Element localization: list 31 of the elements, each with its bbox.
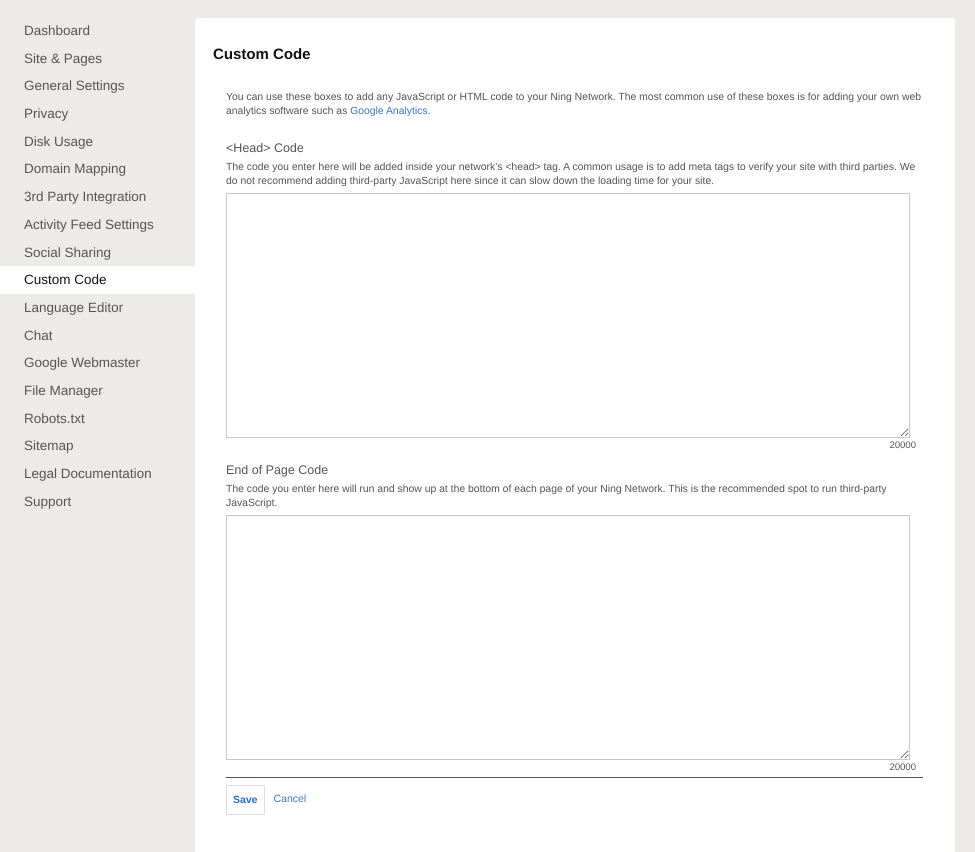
code-textarea[interactable] xyxy=(226,515,910,760)
page-title: Custom Code xyxy=(213,46,312,63)
sidebar-item[interactable]: Privacy xyxy=(0,100,195,128)
section-description: The code you enter here will run and show up at the bottom of each page of your Ning Network. This is the recommended spot to run third-party JavaScript. xyxy=(226,483,888,511)
section-heading: End of Page Code xyxy=(226,463,330,477)
code-textarea[interactable] xyxy=(226,193,910,438)
sidebar-item[interactable]: Activity Feed Settings xyxy=(0,210,195,238)
sidebar-item[interactable]: Robots.txt xyxy=(0,404,195,432)
character-counter: 20000 xyxy=(890,440,916,451)
sidebar-item[interactable]: Sitemap xyxy=(0,432,195,460)
sidebar-item[interactable]: Google Webmaster xyxy=(0,349,195,377)
save-button[interactable]: Save xyxy=(226,785,265,815)
sidebar-item[interactable]: Social Sharing xyxy=(0,238,195,266)
sidebar-item[interactable]: Chat xyxy=(0,322,195,350)
sidebar-item[interactable]: Language Editor xyxy=(0,294,195,322)
sidebar-item[interactable]: Domain Mapping xyxy=(0,155,195,184)
sidebar-item[interactable]: Disk Usage xyxy=(0,128,195,156)
sidebar-item[interactable]: Support xyxy=(0,488,195,516)
sidebar-item[interactable]: Dashboard xyxy=(0,17,195,45)
section-heading: <Head> Code xyxy=(226,141,305,155)
sidebar-item[interactable]: File Manager xyxy=(0,376,195,405)
cancel-link[interactable]: Cancel xyxy=(274,793,306,805)
sidebar-item[interactable]: Site & Pages xyxy=(0,44,195,72)
sidebar-item[interactable]: Custom Code xyxy=(0,266,195,294)
sidebar-item[interactable]: Legal Documentation xyxy=(0,460,195,488)
sidebar-item[interactable]: 3rd Party Integration xyxy=(0,183,195,211)
google-analytics-link[interactable]: Google Analytics xyxy=(350,106,428,117)
character-counter: 20000 xyxy=(890,762,916,773)
section-description: The code you enter here will be added inside your network’s <head> tag. A common usage is to add meta tags to verify your site with third parties. We do not recommend adding third-party JavaScript here since it can slow down the loading time for your site. xyxy=(226,161,916,189)
intro-paragraph: You can use these boxes to add any JavaScript or HTML code to your Ning Network. The most common use of these boxes is for adding your own web analytics software such as Google Analytics. xyxy=(226,91,922,119)
sidebar-item[interactable]: General Settings xyxy=(0,72,195,100)
